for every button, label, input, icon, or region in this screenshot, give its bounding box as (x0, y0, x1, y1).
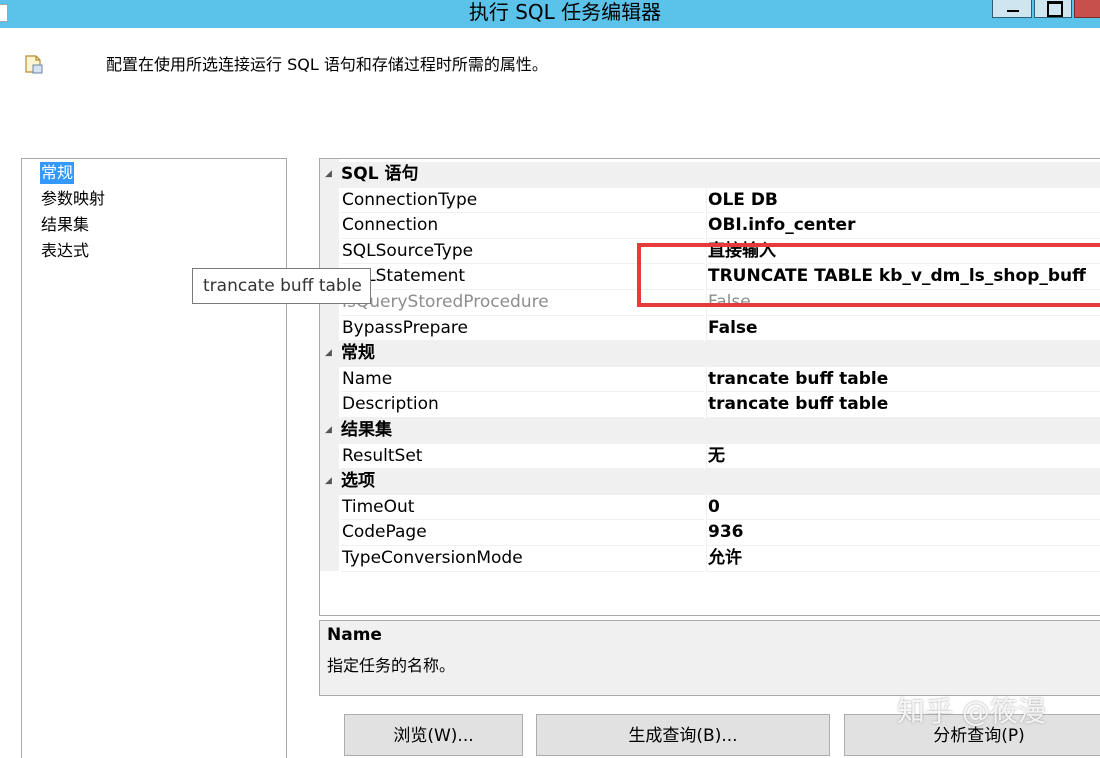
property-row-description[interactable]: Description trancate buff table (320, 392, 1100, 418)
category-options[interactable]: ◢ 选项 (320, 469, 1100, 495)
property-value[interactable]: trancate buff table (706, 366, 1100, 393)
property-description-text: 指定任务的名称。 (327, 656, 456, 675)
collapse-icon[interactable]: ◢ (325, 341, 332, 366)
property-value[interactable]: 允许 (706, 546, 1100, 572)
category-label: 常规 (341, 343, 375, 364)
property-name: Connection (341, 213, 704, 239)
nav-item-expressions[interactable]: 表达式 (40, 240, 90, 262)
property-value[interactable]: 无 (706, 443, 1100, 470)
category-sql-statement[interactable]: ◢ SQL 语句 (320, 162, 1100, 188)
property-row-code-page[interactable]: CodePage 936 (320, 520, 1100, 546)
property-row-type-conversion-mode[interactable]: TypeConversionMode 允许 (320, 546, 1100, 572)
property-name: TimeOut (341, 495, 704, 521)
property-value[interactable]: 936 (706, 520, 1100, 546)
property-row-result-set[interactable]: ResultSet 无 (320, 443, 1100, 470)
property-row-timeout[interactable]: TimeOut 0 (320, 494, 1100, 521)
nav-item-general[interactable]: 常规 (40, 162, 75, 184)
minimize-button[interactable] (992, 0, 1032, 18)
task-icon (25, 55, 43, 74)
property-grid: ◢ SQL 语句 ConnectionType OLE DB Connectio… (319, 158, 1100, 616)
property-name: CodePage (341, 520, 704, 546)
window-title: 执行 SQL 任务编辑器 (468, 0, 662, 24)
property-description-title: Name (327, 625, 382, 645)
collapse-icon[interactable]: ◢ (325, 418, 332, 443)
property-row-bypass-prepare[interactable]: BypassPrepare False (320, 315, 1100, 342)
title-bar: 执行 SQL 任务编辑器 (0, 0, 1100, 28)
category-label: SQL 语句 (341, 164, 419, 184)
property-name: ConnectionType (341, 188, 704, 214)
header-description: 配置在使用所选连接运行 SQL 语句和存储过程时所需的属性。 (106, 55, 548, 74)
property-name: Name (341, 367, 704, 393)
property-value[interactable]: OLE DB (706, 187, 1100, 214)
property-value[interactable]: False (706, 315, 1100, 342)
highlight-box (637, 243, 1100, 307)
build-query-button[interactable]: 生成查询(B)... (536, 714, 830, 756)
browse-button[interactable]: 浏览(W)... (344, 714, 523, 756)
property-name: ResultSet (341, 444, 704, 470)
collapse-icon[interactable]: ◢ (325, 162, 332, 187)
property-row-name[interactable]: Name trancate buff table (320, 366, 1100, 393)
category-general[interactable]: ◢ 常规 (320, 341, 1100, 367)
property-value[interactable]: OBI.info_center (706, 213, 1100, 239)
property-value[interactable]: trancate buff table (706, 392, 1100, 418)
property-value[interactable]: 0 (706, 494, 1100, 521)
category-result-set[interactable]: ◢ 结果集 (320, 418, 1100, 444)
property-row-connection[interactable]: Connection OBI.info_center (320, 213, 1100, 239)
property-row-connection-type[interactable]: ConnectionType OLE DB (320, 187, 1100, 214)
category-label: 选项 (341, 471, 375, 492)
watermark: 知乎 @筱漫 (897, 695, 1046, 728)
collapse-icon[interactable]: ◢ (325, 469, 332, 494)
property-name: TypeConversionMode (341, 546, 704, 572)
close-button[interactable] (1074, 0, 1100, 18)
nav-item-parameter-mapping[interactable]: 参数映射 (40, 188, 106, 210)
property-name: Description (341, 392, 704, 418)
nav-list: 常规 参数映射 结果集 表达式 (21, 158, 287, 758)
property-description-panel: Name 指定任务的名称。 (319, 620, 1100, 696)
tooltip: trancate buff table (192, 268, 371, 304)
property-name: BypassPrepare (341, 316, 704, 342)
nav-item-result-set[interactable]: 结果集 (40, 214, 90, 236)
category-label: 结果集 (341, 420, 392, 440)
maximize-button[interactable] (1034, 0, 1072, 18)
